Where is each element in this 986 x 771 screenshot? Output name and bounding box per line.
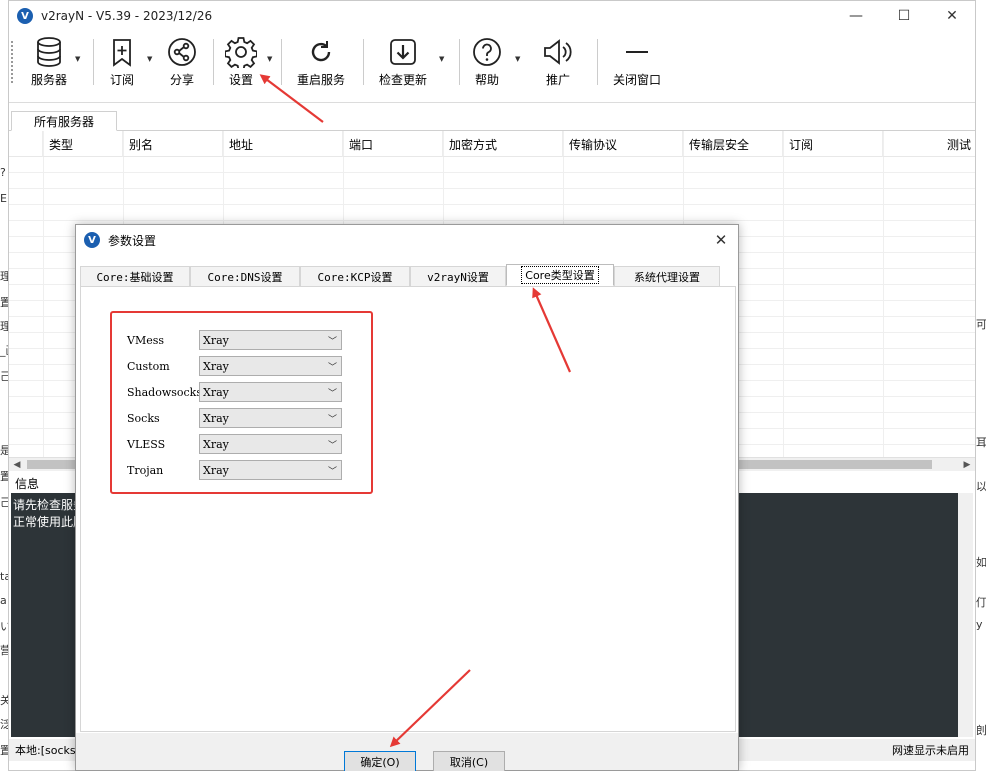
bg-fragment: a xyxy=(0,594,7,607)
bg-fragment: ? xyxy=(0,166,6,179)
toolbar-grip[interactable] xyxy=(11,41,13,83)
question-icon xyxy=(472,35,502,69)
cancel-button[interactable]: 取消(C) xyxy=(433,751,505,771)
servers-label: 服务器 xyxy=(30,73,67,87)
grid-header: 类型 别名 地址 端口 加密方式 传输协议 传输层安全 订阅 测试 xyxy=(9,131,975,157)
promote-label: 推广 xyxy=(545,73,570,87)
v2rayn-logo-icon: V xyxy=(17,8,33,24)
dialog-title: 参数设置 xyxy=(108,233,157,248)
restart-service-button[interactable]: 重启服务 xyxy=(293,35,349,88)
ok-button[interactable]: 确定(O) xyxy=(344,751,416,771)
column-header-port[interactable]: 端口 xyxy=(343,131,443,157)
grid-column-divider xyxy=(783,131,784,457)
database-icon xyxy=(36,35,62,69)
toolbar-separator xyxy=(213,39,214,85)
column-header-address[interactable]: 地址 xyxy=(223,131,343,157)
title-bar[interactable]: V v2rayN - V5.39 - 2023/12/26 — ☐ ✕ xyxy=(9,1,975,31)
bg-fragment: 如 xyxy=(976,556,986,569)
toolbar-separator xyxy=(363,39,364,85)
server-group-tabs: 所有服务器 xyxy=(9,111,975,131)
v2rayn-logo-icon: V xyxy=(84,232,100,248)
servers-button[interactable]: 服务器 xyxy=(27,35,71,88)
speaker-icon xyxy=(542,35,574,69)
settings-dialog: V 参数设置 ✕ Core:基础设置 Core:DNS设置 Core:KCP设置… xyxy=(75,224,739,771)
bg-fragment: 仃 xyxy=(976,596,986,609)
gear-icon xyxy=(225,35,257,69)
bg-fragment: 剆 xyxy=(976,724,986,737)
bookmark-add-icon xyxy=(111,35,133,69)
toolbar-separator xyxy=(597,39,598,85)
help-dropdown-icon[interactable]: ▼ xyxy=(515,55,520,63)
tab-core-kcp[interactable]: Core:KCP设置 xyxy=(300,266,410,286)
tab-core-type-label: Core类型设置 xyxy=(521,266,599,284)
toolbar-separator xyxy=(93,39,94,85)
close-window-label: 关闭窗口 xyxy=(612,73,661,87)
download-icon xyxy=(389,35,417,69)
settings-dropdown-icon[interactable]: ▼ xyxy=(267,55,272,63)
subscription-dropdown-icon[interactable]: ▼ xyxy=(147,55,152,63)
check-update-label: 检查更新 xyxy=(378,73,427,87)
settings-button[interactable]: 设置 xyxy=(223,35,259,88)
scroll-right-icon[interactable]: ▶ xyxy=(959,458,975,472)
dialog-title-bar[interactable]: V 参数设置 ✕ xyxy=(76,225,738,255)
tab-system-proxy[interactable]: 系统代理设置 xyxy=(614,266,720,286)
promote-button[interactable]: 推广 xyxy=(541,35,575,88)
restart-service-label: 重启服务 xyxy=(296,73,345,87)
bg-fragment: 耳 xyxy=(976,436,986,449)
close-button[interactable]: ✕ xyxy=(929,1,975,31)
toolbar-separator xyxy=(281,39,282,85)
help-label: 帮助 xyxy=(474,73,499,87)
share-label: 分享 xyxy=(169,73,194,87)
grid-column-divider xyxy=(43,131,44,457)
column-header-alias[interactable]: 别名 xyxy=(123,131,223,157)
column-header-index[interactable] xyxy=(9,131,43,157)
subscription-button[interactable]: 订阅 xyxy=(105,35,139,88)
toolbar: 服务器 ▼ 订阅 ▼ 分享 设置 ▼ 重启服务 检查更新 ▼ 帮助 ▼ 推广 关… xyxy=(9,31,975,103)
column-header-type[interactable]: 类型 xyxy=(43,131,123,157)
bg-fragment: 以 xyxy=(976,480,986,493)
share-icon xyxy=(167,35,197,69)
tab-v2rayn-settings[interactable]: v2rayN设置 xyxy=(410,266,506,286)
subscription-label: 订阅 xyxy=(109,73,134,87)
dialog-tabs: Core:基础设置 Core:DNS设置 Core:KCP设置 v2rayN设置… xyxy=(80,264,736,286)
settings-label: 设置 xyxy=(228,73,253,87)
check-update-button[interactable]: 检查更新 xyxy=(375,35,431,88)
maximize-button[interactable]: ☐ xyxy=(881,1,927,31)
tab-all-servers[interactable]: 所有服务器 xyxy=(11,111,117,131)
column-header-subscription[interactable]: 订阅 xyxy=(783,131,883,157)
share-button[interactable]: 分享 xyxy=(165,35,199,88)
grid-column-divider xyxy=(883,131,884,457)
column-header-test[interactable]: 测试 xyxy=(883,131,975,157)
close-window-button[interactable]: 关闭窗口 xyxy=(609,35,665,88)
column-header-tls[interactable]: 传输层安全 xyxy=(683,131,783,157)
background-right-strip: 耳 以 如 仃 y 剆 可 xyxy=(976,0,986,771)
window-title: v2rayN - V5.39 - 2023/12/26 xyxy=(41,9,213,23)
bg-fragment: 可 xyxy=(976,318,986,331)
check-update-dropdown-icon[interactable]: ▼ xyxy=(439,55,444,63)
column-header-encryption[interactable]: 加密方式 xyxy=(443,131,563,157)
tab-core-basic[interactable]: Core:基础设置 xyxy=(80,266,190,286)
servers-dropdown-icon[interactable]: ▼ xyxy=(75,55,80,63)
status-local-proxy: 本地:[socks xyxy=(15,744,76,757)
help-button[interactable]: 帮助 xyxy=(471,35,503,88)
annotation-highlight-box xyxy=(110,311,373,494)
log-scrollbar[interactable] xyxy=(958,493,973,737)
minimize-button[interactable]: — xyxy=(833,1,879,31)
dialog-footer: 确定(O) 取消(C) xyxy=(76,733,738,771)
toolbar-separator xyxy=(459,39,460,85)
info-section-label: 信息 xyxy=(15,477,40,491)
column-header-transport[interactable]: 传输协议 xyxy=(563,131,683,157)
status-speed: 网速显示未启用 xyxy=(892,744,969,757)
tab-core-type[interactable]: Core类型设置 xyxy=(506,264,614,286)
tab-core-dns[interactable]: Core:DNS设置 xyxy=(190,266,300,286)
bg-fragment: y xyxy=(976,618,983,631)
scroll-left-icon[interactable]: ◀ xyxy=(9,458,25,472)
dialog-close-button[interactable]: ✕ xyxy=(710,229,732,251)
minus-icon xyxy=(625,35,649,69)
refresh-icon xyxy=(308,35,334,69)
